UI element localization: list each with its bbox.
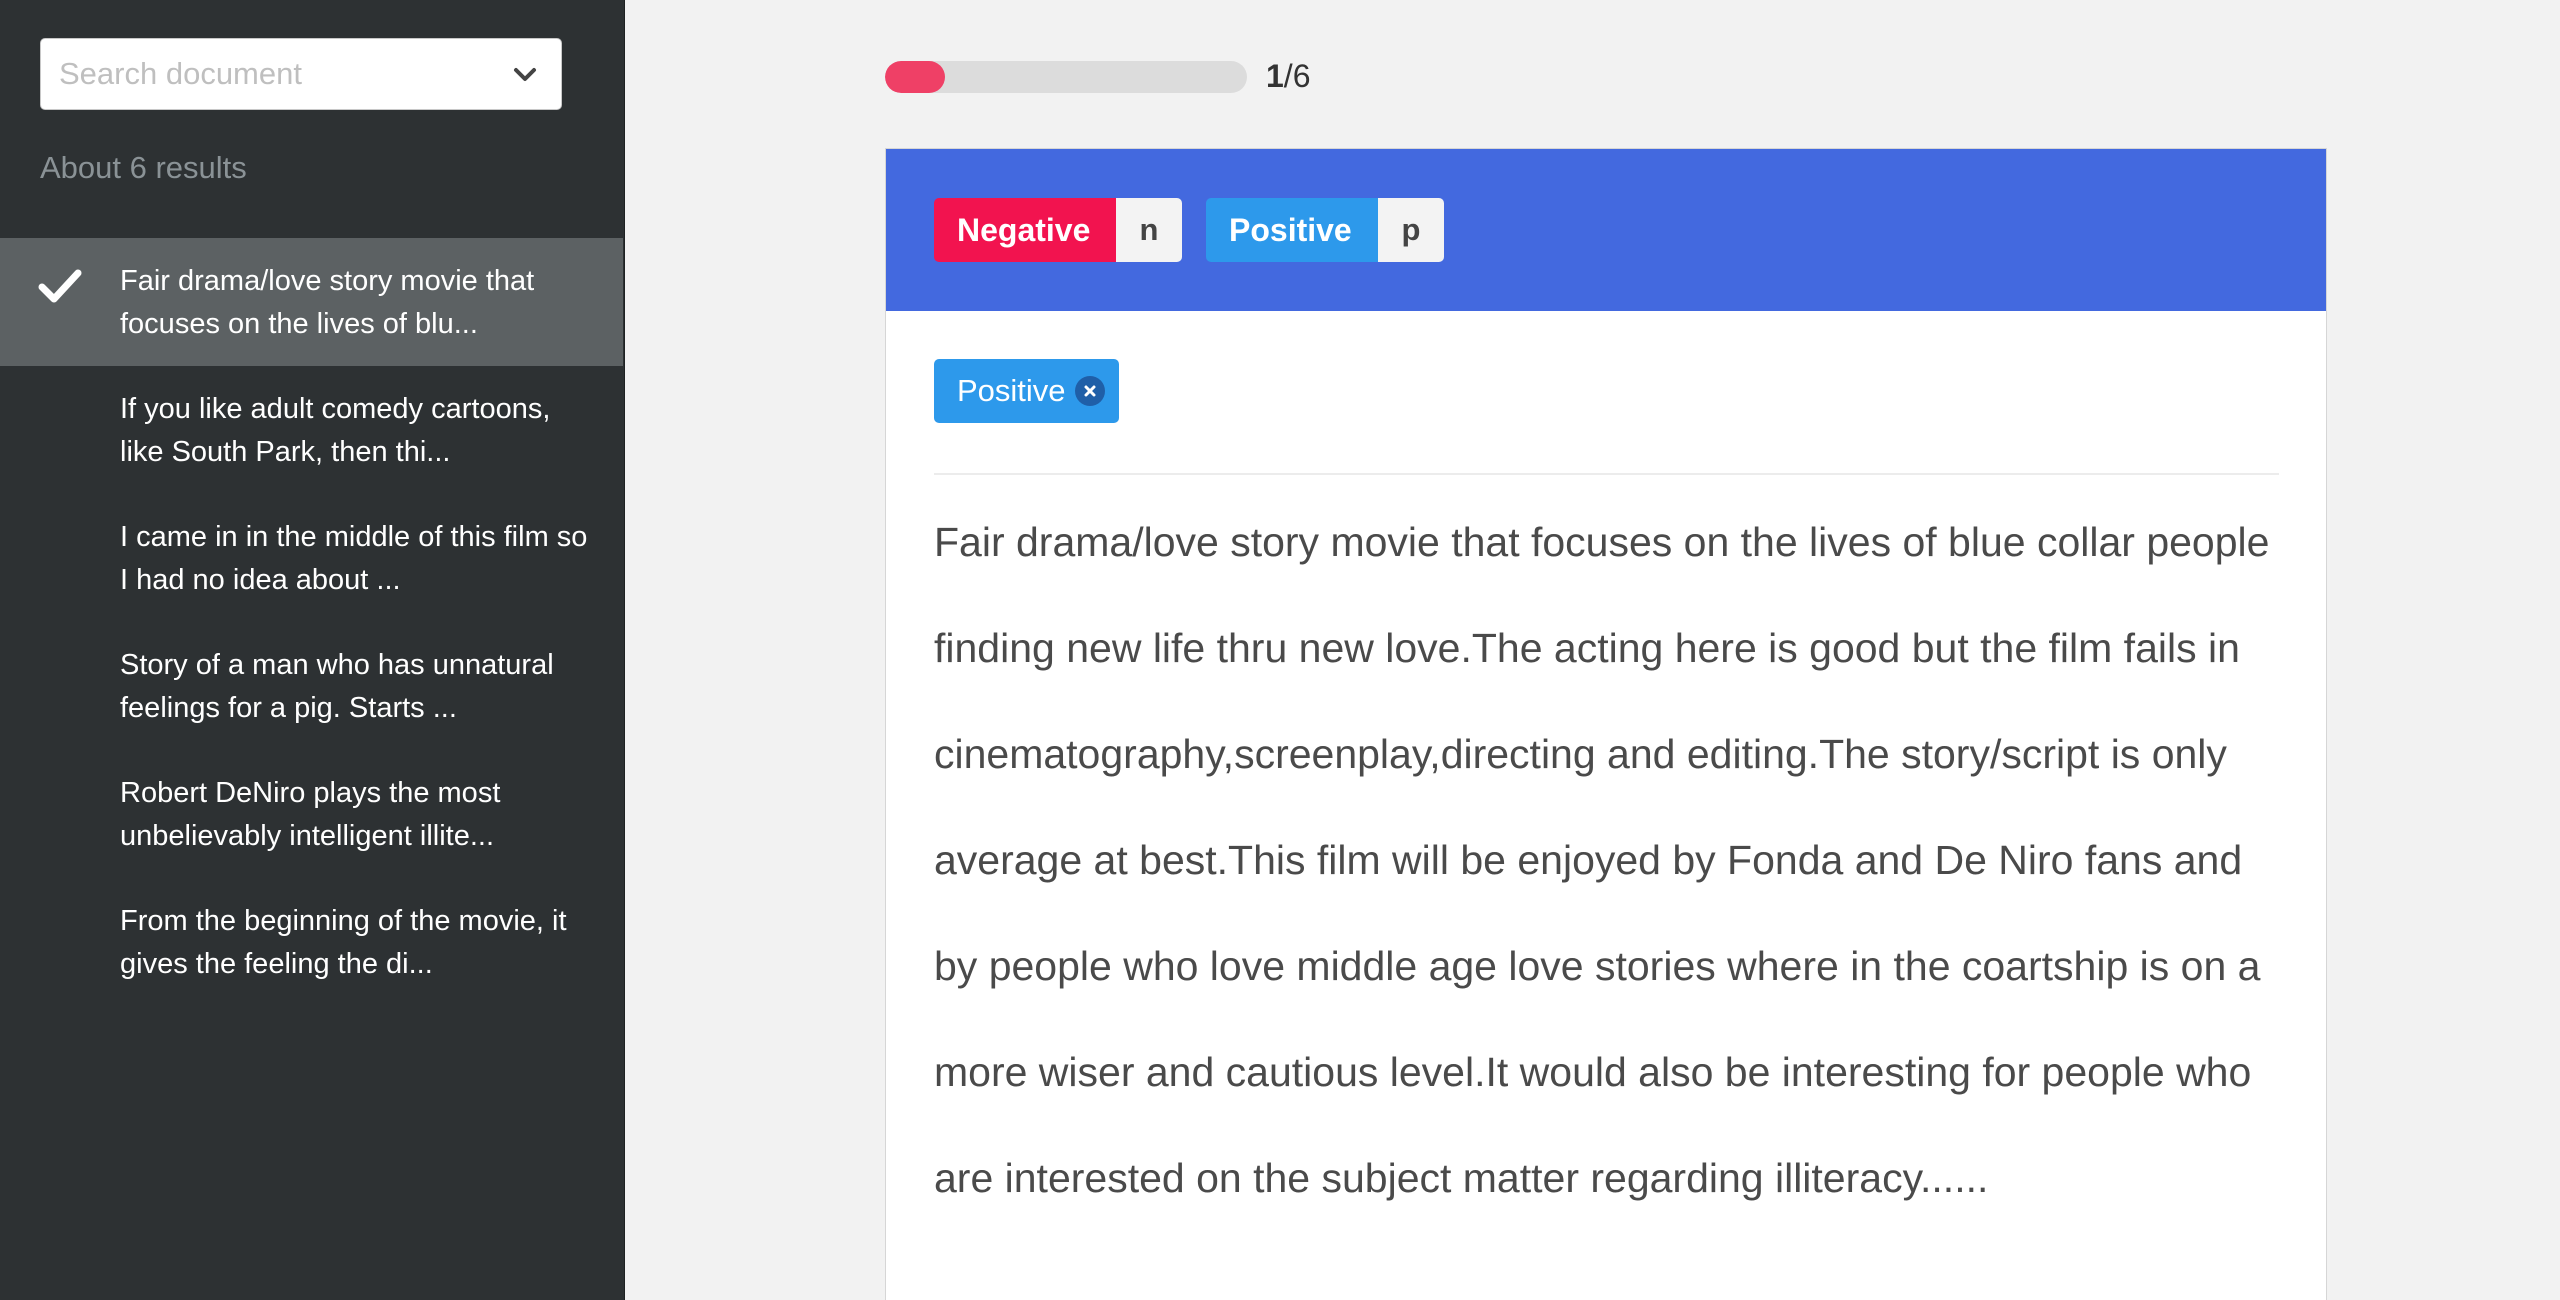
annotation-card: Negative n Positive p Positive Fair dram… xyxy=(885,148,2327,1300)
document-text: Fair drama/love story movie that focuses… xyxy=(934,519,2270,1201)
sidebar: About 6 results Fair drama/love story mo… xyxy=(0,0,625,1300)
document-item[interactable]: Robert DeNiro plays the most unbelievabl… xyxy=(0,750,623,878)
check-icon xyxy=(38,269,82,303)
results-count: About 6 results xyxy=(40,150,247,185)
progress-bar-fill xyxy=(885,61,946,93)
document-item-text: I came in in the middle of this film so … xyxy=(120,521,588,596)
document-item[interactable]: Story of a man who has unnatural feeling… xyxy=(0,622,623,750)
progress-separator: / xyxy=(1283,58,1293,94)
label-shortcut: p xyxy=(1378,198,1444,262)
positive-label-button[interactable]: Positive p xyxy=(1206,198,1444,262)
document-item[interactable]: Fair drama/love story movie that focuses… xyxy=(0,238,623,366)
progress-bar xyxy=(885,61,1247,93)
assigned-label-tag: Positive xyxy=(934,359,1119,423)
label-toolbar: Negative n Positive p xyxy=(886,149,2326,311)
assigned-labels: Positive xyxy=(934,359,1119,423)
document-item[interactable]: From the beginning of the movie, it give… xyxy=(0,878,623,1006)
document-list: Fair drama/love story movie that focuses… xyxy=(0,238,623,1006)
close-icon[interactable] xyxy=(1074,376,1105,406)
document-item-text: Story of a man who has unnatural feeling… xyxy=(120,649,554,724)
document-item[interactable]: I came in in the middle of this film so … xyxy=(0,494,623,622)
document-item-text: Robert DeNiro plays the most unbelievabl… xyxy=(120,777,501,852)
progress-current: 1 xyxy=(1266,58,1284,94)
label-name: Positive xyxy=(1206,198,1378,262)
progress-total: 6 xyxy=(1292,58,1311,94)
assigned-label-text: Positive xyxy=(957,373,1066,408)
label-name: Negative xyxy=(934,198,1116,262)
progress-counter: 1/6 xyxy=(1266,58,1310,95)
chevron-down-icon[interactable] xyxy=(511,61,539,89)
negative-label-button[interactable]: Negative n xyxy=(934,198,1182,262)
document-item-text: If you like adult comedy cartoons, like … xyxy=(120,393,551,468)
search-input[interactable] xyxy=(59,39,499,109)
label-shortcut: n xyxy=(1116,198,1182,262)
divider xyxy=(934,473,2279,475)
search-box[interactable] xyxy=(40,38,562,110)
document-item-text: From the beginning of the movie, it give… xyxy=(120,905,567,980)
document-item[interactable]: If you like adult comedy cartoons, like … xyxy=(0,366,623,494)
document-item-text: Fair drama/love story movie that focuses… xyxy=(120,265,535,340)
